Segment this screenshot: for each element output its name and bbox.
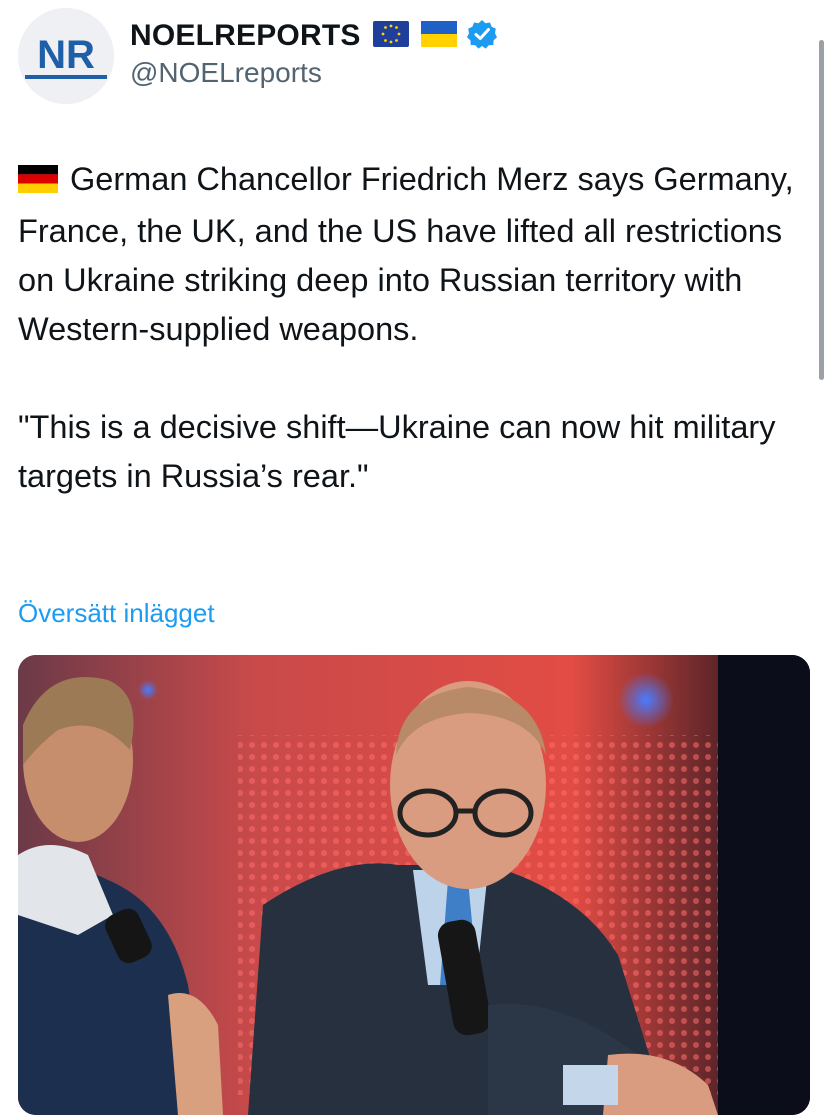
verified-badge-icon[interactable] <box>466 19 497 54</box>
tweet-paragraph-2: "This is a decisive shift—Ukraine can no… <box>18 409 776 494</box>
display-name[interactable]: NOELREPORTS <box>130 19 361 53</box>
account-handle[interactable]: @NOELreports <box>130 57 322 89</box>
eu-flag-icon <box>372 20 409 52</box>
tweet-header: NR NOELREPORTS @NOELreports <box>0 0 828 120</box>
tweet-paragraph-1: German Chancellor Friedrich Merz says Ge… <box>18 155 808 354</box>
tweet-text: German Chancellor Friedrich Merz says Ge… <box>18 155 808 501</box>
tweet-photo[interactable] <box>18 655 810 1115</box>
scrollbar[interactable] <box>819 40 824 380</box>
tweet-paragraph-1-text: German Chancellor Friedrich Merz says Ge… <box>18 161 794 347</box>
avatar-logo-text: NR <box>37 33 95 77</box>
avatar[interactable]: NR <box>18 8 114 104</box>
germany-flag-icon <box>18 158 58 207</box>
ukraine-flag-icon <box>420 20 457 52</box>
translate-post-link[interactable]: Översätt inlägget <box>18 598 215 629</box>
name-row: NOELREPORTS <box>130 16 497 56</box>
